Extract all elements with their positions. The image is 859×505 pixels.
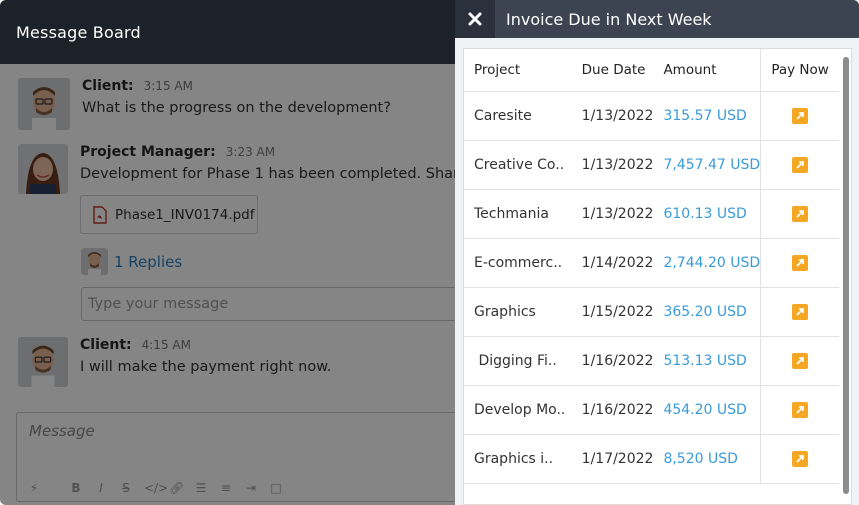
pay-now-button[interactable] bbox=[792, 303, 809, 320]
attachment-link[interactable]: Phase1_INV0174.pdf bbox=[80, 195, 258, 234]
amount: 8,520 USD bbox=[657, 434, 761, 484]
lightning-icon[interactable]: ⚡ bbox=[27, 481, 41, 495]
message-item: Client: 3:15 AM What is the progress on … bbox=[18, 78, 391, 130]
message-text: Development for Phase 1 has been complet… bbox=[80, 166, 482, 182]
due-date: 1/17/2022 bbox=[571, 434, 658, 484]
external-link-icon bbox=[796, 111, 804, 120]
external-link-icon bbox=[796, 454, 804, 463]
indent-icon[interactable]: ⇥ bbox=[244, 481, 258, 495]
link-icon[interactable]: 🔗︎ bbox=[169, 481, 184, 495]
reply-placeholder: Type your message bbox=[88, 296, 229, 312]
project-name: Graphics i.. bbox=[474, 450, 554, 467]
column-header-pay-now: Pay Now bbox=[760, 49, 839, 92]
invoice-table: Project Due Date Amount Pay Now Caresite… bbox=[464, 49, 839, 484]
due-date: 1/15/2022 bbox=[571, 287, 658, 337]
due-date: 1/13/2022 bbox=[571, 91, 658, 141]
sender-name: Project Manager: bbox=[80, 144, 216, 160]
project-name: Develop Mo.. bbox=[474, 401, 566, 418]
strikethrough-icon[interactable]: S bbox=[119, 481, 133, 495]
italic-icon[interactable]: I bbox=[94, 481, 108, 495]
column-header-amount[interactable]: Amount bbox=[657, 49, 761, 92]
table-row: Caresite 1/13/2022 315.57 USD bbox=[464, 91, 839, 141]
bullet-list-icon[interactable]: ≡ bbox=[219, 481, 233, 495]
project-name: Techmania bbox=[474, 205, 549, 222]
due-date: 1/13/2022 bbox=[571, 140, 658, 190]
pay-now-button[interactable] bbox=[792, 254, 809, 271]
project-name: E-commerc.. bbox=[474, 254, 563, 271]
project-name: Caresite bbox=[474, 107, 532, 124]
board-title: Message Board bbox=[16, 22, 141, 42]
project-name: Graphics bbox=[474, 303, 536, 320]
pdf-file-icon bbox=[93, 205, 107, 224]
table-row: Graphics 1/15/2022 365.20 USD bbox=[464, 287, 839, 337]
column-header-project[interactable]: Project bbox=[464, 49, 572, 92]
due-date: 1/16/2022 bbox=[571, 336, 658, 386]
external-link-icon bbox=[796, 307, 804, 316]
pay-now-button[interactable] bbox=[792, 450, 809, 467]
pay-now-button[interactable] bbox=[792, 107, 809, 124]
external-link-icon bbox=[796, 160, 804, 169]
invoice-table-container: Project Due Date Amount Pay Now Caresite… bbox=[463, 48, 852, 505]
avatar bbox=[81, 248, 108, 275]
attachment-filename: Phase1_INV0174.pdf bbox=[115, 206, 255, 223]
invoice-panel: Invoice Due in Next Week Project Due Dat… bbox=[455, 0, 859, 505]
amount: 2,744.20 USD bbox=[657, 238, 761, 288]
composer-placeholder: Message bbox=[29, 422, 95, 440]
close-icon bbox=[468, 12, 482, 26]
message-item: Project Manager: 3:23 AM Development for… bbox=[18, 144, 481, 194]
pay-now-button[interactable] bbox=[792, 401, 809, 418]
external-link-icon bbox=[796, 356, 804, 365]
column-header-due-date[interactable]: Due Date bbox=[571, 49, 658, 92]
message-text: I will make the payment right now. bbox=[80, 359, 332, 375]
table-row: Develop Mo.. 1/16/2022 454.20 USD bbox=[464, 385, 839, 435]
avatar[interactable] bbox=[18, 337, 68, 387]
pay-now-button[interactable] bbox=[792, 156, 809, 173]
external-link-icon bbox=[796, 258, 804, 267]
composer-toolbar: ⚡ B I S </> 🔗︎ ☰ ≡ ⇥ □ bbox=[27, 481, 283, 495]
panel-title: Invoice Due in Next Week bbox=[506, 9, 712, 29]
replies-link[interactable]: 1 Replies bbox=[81, 248, 182, 275]
scrollbar-track[interactable] bbox=[843, 57, 849, 494]
reply-input[interactable]: Type your message bbox=[81, 287, 481, 321]
pay-now-button[interactable] bbox=[792, 205, 809, 222]
amount: 315.57 USD bbox=[657, 91, 761, 141]
table-row: Techmania 1/13/2022 610.13 USD bbox=[464, 189, 839, 239]
message-composer[interactable]: Message ⚡ B I S </> 🔗︎ ☰ ≡ ⇥ □ bbox=[16, 412, 476, 502]
message-time: 4:15 AM bbox=[141, 338, 191, 352]
replies-count: 1 Replies bbox=[114, 252, 183, 271]
sender-name: Client: bbox=[80, 337, 132, 353]
avatar[interactable] bbox=[18, 144, 68, 194]
message-time: 3:15 AM bbox=[143, 79, 193, 93]
external-link-icon bbox=[796, 405, 804, 414]
panel-header: Invoice Due in Next Week bbox=[455, 0, 859, 38]
amount: 610.13 USD bbox=[657, 189, 761, 239]
image-icon[interactable]: □ bbox=[269, 481, 283, 495]
table-row: Graphics i.. 1/17/2022 8,520 USD bbox=[464, 434, 839, 484]
due-date: 1/13/2022 bbox=[571, 189, 658, 239]
project-name: Creative Co.. bbox=[474, 156, 565, 173]
close-button[interactable] bbox=[455, 0, 495, 38]
ordered-list-icon[interactable]: ☰ bbox=[194, 481, 208, 495]
amount: 7,457.47 USD bbox=[657, 140, 761, 190]
sender-name: Client: bbox=[82, 78, 134, 94]
pay-now-button[interactable] bbox=[792, 352, 809, 369]
table-header-row: Project Due Date Amount Pay Now bbox=[464, 49, 839, 92]
avatar[interactable] bbox=[18, 78, 70, 130]
scrollbar-thumb[interactable] bbox=[843, 57, 849, 494]
amount: 513.13 USD bbox=[657, 336, 761, 386]
external-link-icon bbox=[796, 209, 804, 218]
table-row: Digging Fi.. 1/16/2022 513.13 USD bbox=[464, 336, 839, 386]
message-item: Client: 4:15 AM I will make the payment … bbox=[18, 337, 331, 387]
due-date: 1/14/2022 bbox=[571, 238, 658, 288]
table-row: E-commerc.. 1/14/2022 2,744.20 USD bbox=[464, 238, 839, 288]
message-text: What is the progress on the development? bbox=[82, 100, 391, 116]
table-row: Creative Co.. 1/13/2022 7,457.47 USD bbox=[464, 140, 839, 190]
amount: 365.20 USD bbox=[657, 287, 761, 337]
bold-icon[interactable]: B bbox=[69, 481, 83, 495]
message-time: 3:23 AM bbox=[225, 145, 276, 159]
amount: 454.20 USD bbox=[657, 385, 761, 435]
project-name: Digging Fi.. bbox=[474, 352, 557, 369]
due-date: 1/16/2022 bbox=[571, 385, 658, 435]
code-icon[interactable]: </> bbox=[144, 481, 168, 495]
